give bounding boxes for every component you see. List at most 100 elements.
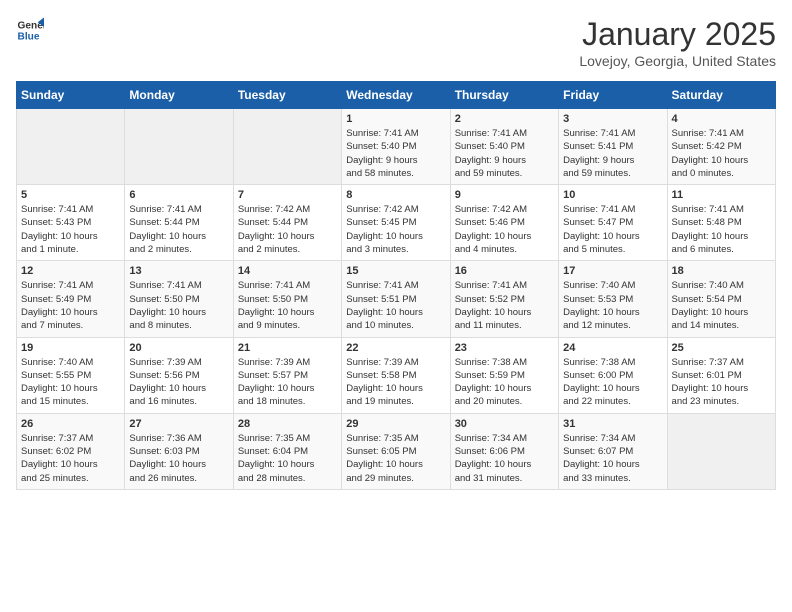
- day-info: Sunrise: 7:37 AM Sunset: 6:01 PM Dayligh…: [672, 356, 771, 409]
- calendar-cell: 30 Sunrise: 7:34 AM Sunset: 6:06 PM Dayli…: [450, 413, 558, 489]
- calendar-cell: 23 Sunrise: 7:38 AM Sunset: 5:59 PM Dayli…: [450, 337, 558, 413]
- calendar-cell: 18 Sunrise: 7:40 AM Sunset: 5:54 PM Dayli…: [667, 261, 775, 337]
- day-info: Sunrise: 7:35 AM Sunset: 6:05 PM Dayligh…: [346, 432, 445, 485]
- day-info: Sunrise: 7:41 AM Sunset: 5:47 PM Dayligh…: [563, 203, 662, 256]
- day-number: 19: [21, 342, 120, 354]
- day-info: Sunrise: 7:42 AM Sunset: 5:45 PM Dayligh…: [346, 203, 445, 256]
- day-info: Sunrise: 7:41 AM Sunset: 5:48 PM Dayligh…: [672, 203, 771, 256]
- page-header: General Blue January 2025 Lovejoy, Georg…: [16, 16, 776, 69]
- day-info: Sunrise: 7:41 AM Sunset: 5:50 PM Dayligh…: [238, 279, 337, 332]
- day-number: 22: [346, 342, 445, 354]
- day-number: 30: [455, 418, 554, 430]
- day-number: 4: [672, 113, 771, 125]
- day-info: Sunrise: 7:37 AM Sunset: 6:02 PM Dayligh…: [21, 432, 120, 485]
- day-info: Sunrise: 7:41 AM Sunset: 5:50 PM Dayligh…: [129, 279, 228, 332]
- weekday-header: Sunday: [17, 82, 125, 109]
- calendar-cell: 10 Sunrise: 7:41 AM Sunset: 5:47 PM Dayli…: [559, 185, 667, 261]
- day-info: Sunrise: 7:35 AM Sunset: 6:04 PM Dayligh…: [238, 432, 337, 485]
- location-subtitle: Lovejoy, Georgia, United States: [579, 53, 776, 69]
- calendar-cell: 19 Sunrise: 7:40 AM Sunset: 5:55 PM Dayli…: [17, 337, 125, 413]
- calendar-cell: [17, 109, 125, 185]
- calendar-cell: [125, 109, 233, 185]
- calendar-cell: 29 Sunrise: 7:35 AM Sunset: 6:05 PM Dayli…: [342, 413, 450, 489]
- weekday-header: Wednesday: [342, 82, 450, 109]
- month-title: January 2025: [579, 16, 776, 53]
- calendar-cell: 2 Sunrise: 7:41 AM Sunset: 5:40 PM Daylig…: [450, 109, 558, 185]
- day-number: 18: [672, 265, 771, 277]
- day-number: 13: [129, 265, 228, 277]
- day-info: Sunrise: 7:41 AM Sunset: 5:40 PM Dayligh…: [346, 127, 445, 180]
- day-number: 7: [238, 189, 337, 201]
- calendar-cell: 4 Sunrise: 7:41 AM Sunset: 5:42 PM Daylig…: [667, 109, 775, 185]
- day-number: 15: [346, 265, 445, 277]
- weekday-header: Monday: [125, 82, 233, 109]
- day-number: 23: [455, 342, 554, 354]
- calendar-cell: 9 Sunrise: 7:42 AM Sunset: 5:46 PM Daylig…: [450, 185, 558, 261]
- calendar-cell: 17Sunrise: 7:40 AM Sunset: 5:53 PM Dayli…: [559, 261, 667, 337]
- day-number: 16: [455, 265, 554, 277]
- day-number: 28: [238, 418, 337, 430]
- day-number: 14: [238, 265, 337, 277]
- calendar-week-row: 26 Sunrise: 7:37 AM Sunset: 6:02 PM Dayli…: [17, 413, 776, 489]
- calendar-cell: 27Sunrise: 7:36 AM Sunset: 6:03 PM Dayli…: [125, 413, 233, 489]
- day-number: 9: [455, 189, 554, 201]
- weekday-header: Tuesday: [233, 82, 341, 109]
- day-info: Sunrise: 7:41 AM Sunset: 5:44 PM Dayligh…: [129, 203, 228, 256]
- logo: General Blue: [16, 16, 48, 44]
- day-info: Sunrise: 7:40 AM Sunset: 5:54 PM Dayligh…: [672, 279, 771, 332]
- calendar-cell: 20Sunrise: 7:39 AM Sunset: 5:56 PM Dayli…: [125, 337, 233, 413]
- calendar-cell: 31 Sunrise: 7:34 AM Sunset: 6:07 PM Dayli…: [559, 413, 667, 489]
- day-number: 2: [455, 113, 554, 125]
- calendar-week-row: 19 Sunrise: 7:40 AM Sunset: 5:55 PM Dayli…: [17, 337, 776, 413]
- day-info: Sunrise: 7:41 AM Sunset: 5:49 PM Dayligh…: [21, 279, 120, 332]
- day-info: Sunrise: 7:38 AM Sunset: 5:59 PM Dayligh…: [455, 356, 554, 409]
- logo-icon: General Blue: [16, 16, 44, 44]
- day-number: 31: [563, 418, 662, 430]
- day-info: Sunrise: 7:42 AM Sunset: 5:46 PM Dayligh…: [455, 203, 554, 256]
- day-info: Sunrise: 7:39 AM Sunset: 5:57 PM Dayligh…: [238, 356, 337, 409]
- day-info: Sunrise: 7:40 AM Sunset: 5:55 PM Dayligh…: [21, 356, 120, 409]
- day-number: 1: [346, 113, 445, 125]
- calendar-cell: 21Sunrise: 7:39 AM Sunset: 5:57 PM Dayli…: [233, 337, 341, 413]
- calendar-table: SundayMondayTuesdayWednesdayThursdayFrid…: [16, 81, 776, 490]
- day-info: Sunrise: 7:39 AM Sunset: 5:56 PM Dayligh…: [129, 356, 228, 409]
- days-header-row: SundayMondayTuesdayWednesdayThursdayFrid…: [17, 82, 776, 109]
- calendar-week-row: 5Sunrise: 7:41 AM Sunset: 5:43 PM Daylig…: [17, 185, 776, 261]
- calendar-cell: 25 Sunrise: 7:37 AM Sunset: 6:01 PM Dayli…: [667, 337, 775, 413]
- day-info: Sunrise: 7:41 AM Sunset: 5:52 PM Dayligh…: [455, 279, 554, 332]
- calendar-week-row: 1 Sunrise: 7:41 AM Sunset: 5:40 PM Daylig…: [17, 109, 776, 185]
- calendar-cell: 1 Sunrise: 7:41 AM Sunset: 5:40 PM Daylig…: [342, 109, 450, 185]
- calendar-cell: 16 Sunrise: 7:41 AM Sunset: 5:52 PM Dayli…: [450, 261, 558, 337]
- title-area: January 2025 Lovejoy, Georgia, United St…: [579, 16, 776, 69]
- svg-text:Blue: Blue: [18, 31, 40, 42]
- calendar-cell: 11 Sunrise: 7:41 AM Sunset: 5:48 PM Dayli…: [667, 185, 775, 261]
- day-info: Sunrise: 7:38 AM Sunset: 6:00 PM Dayligh…: [563, 356, 662, 409]
- day-info: Sunrise: 7:42 AM Sunset: 5:44 PM Dayligh…: [238, 203, 337, 256]
- day-number: 5: [21, 189, 120, 201]
- calendar-cell: 7 Sunrise: 7:42 AM Sunset: 5:44 PM Daylig…: [233, 185, 341, 261]
- day-info: Sunrise: 7:41 AM Sunset: 5:42 PM Dayligh…: [672, 127, 771, 180]
- day-number: 29: [346, 418, 445, 430]
- day-info: Sunrise: 7:41 AM Sunset: 5:40 PM Dayligh…: [455, 127, 554, 180]
- calendar-cell: [233, 109, 341, 185]
- calendar-cell: 24 Sunrise: 7:38 AM Sunset: 6:00 PM Dayli…: [559, 337, 667, 413]
- calendar-cell: 14 Sunrise: 7:41 AM Sunset: 5:50 PM Dayli…: [233, 261, 341, 337]
- day-number: 11: [672, 189, 771, 201]
- calendar-cell: 12 Sunrise: 7:41 AM Sunset: 5:49 PM Dayli…: [17, 261, 125, 337]
- day-number: 26: [21, 418, 120, 430]
- day-number: 10: [563, 189, 662, 201]
- day-info: Sunrise: 7:40 AM Sunset: 5:53 PM Dayligh…: [563, 279, 662, 332]
- calendar-cell: 15Sunrise: 7:41 AM Sunset: 5:51 PM Dayli…: [342, 261, 450, 337]
- calendar-cell: 5Sunrise: 7:41 AM Sunset: 5:43 PM Daylig…: [17, 185, 125, 261]
- day-info: Sunrise: 7:34 AM Sunset: 6:06 PM Dayligh…: [455, 432, 554, 485]
- day-number: 25: [672, 342, 771, 354]
- calendar-week-row: 12 Sunrise: 7:41 AM Sunset: 5:49 PM Dayli…: [17, 261, 776, 337]
- weekday-header: Thursday: [450, 82, 558, 109]
- calendar-cell: 26 Sunrise: 7:37 AM Sunset: 6:02 PM Dayli…: [17, 413, 125, 489]
- day-number: 27: [129, 418, 228, 430]
- calendar-cell: 6 Sunrise: 7:41 AM Sunset: 5:44 PM Daylig…: [125, 185, 233, 261]
- day-number: 24: [563, 342, 662, 354]
- day-number: 6: [129, 189, 228, 201]
- day-number: 12: [21, 265, 120, 277]
- day-info: Sunrise: 7:34 AM Sunset: 6:07 PM Dayligh…: [563, 432, 662, 485]
